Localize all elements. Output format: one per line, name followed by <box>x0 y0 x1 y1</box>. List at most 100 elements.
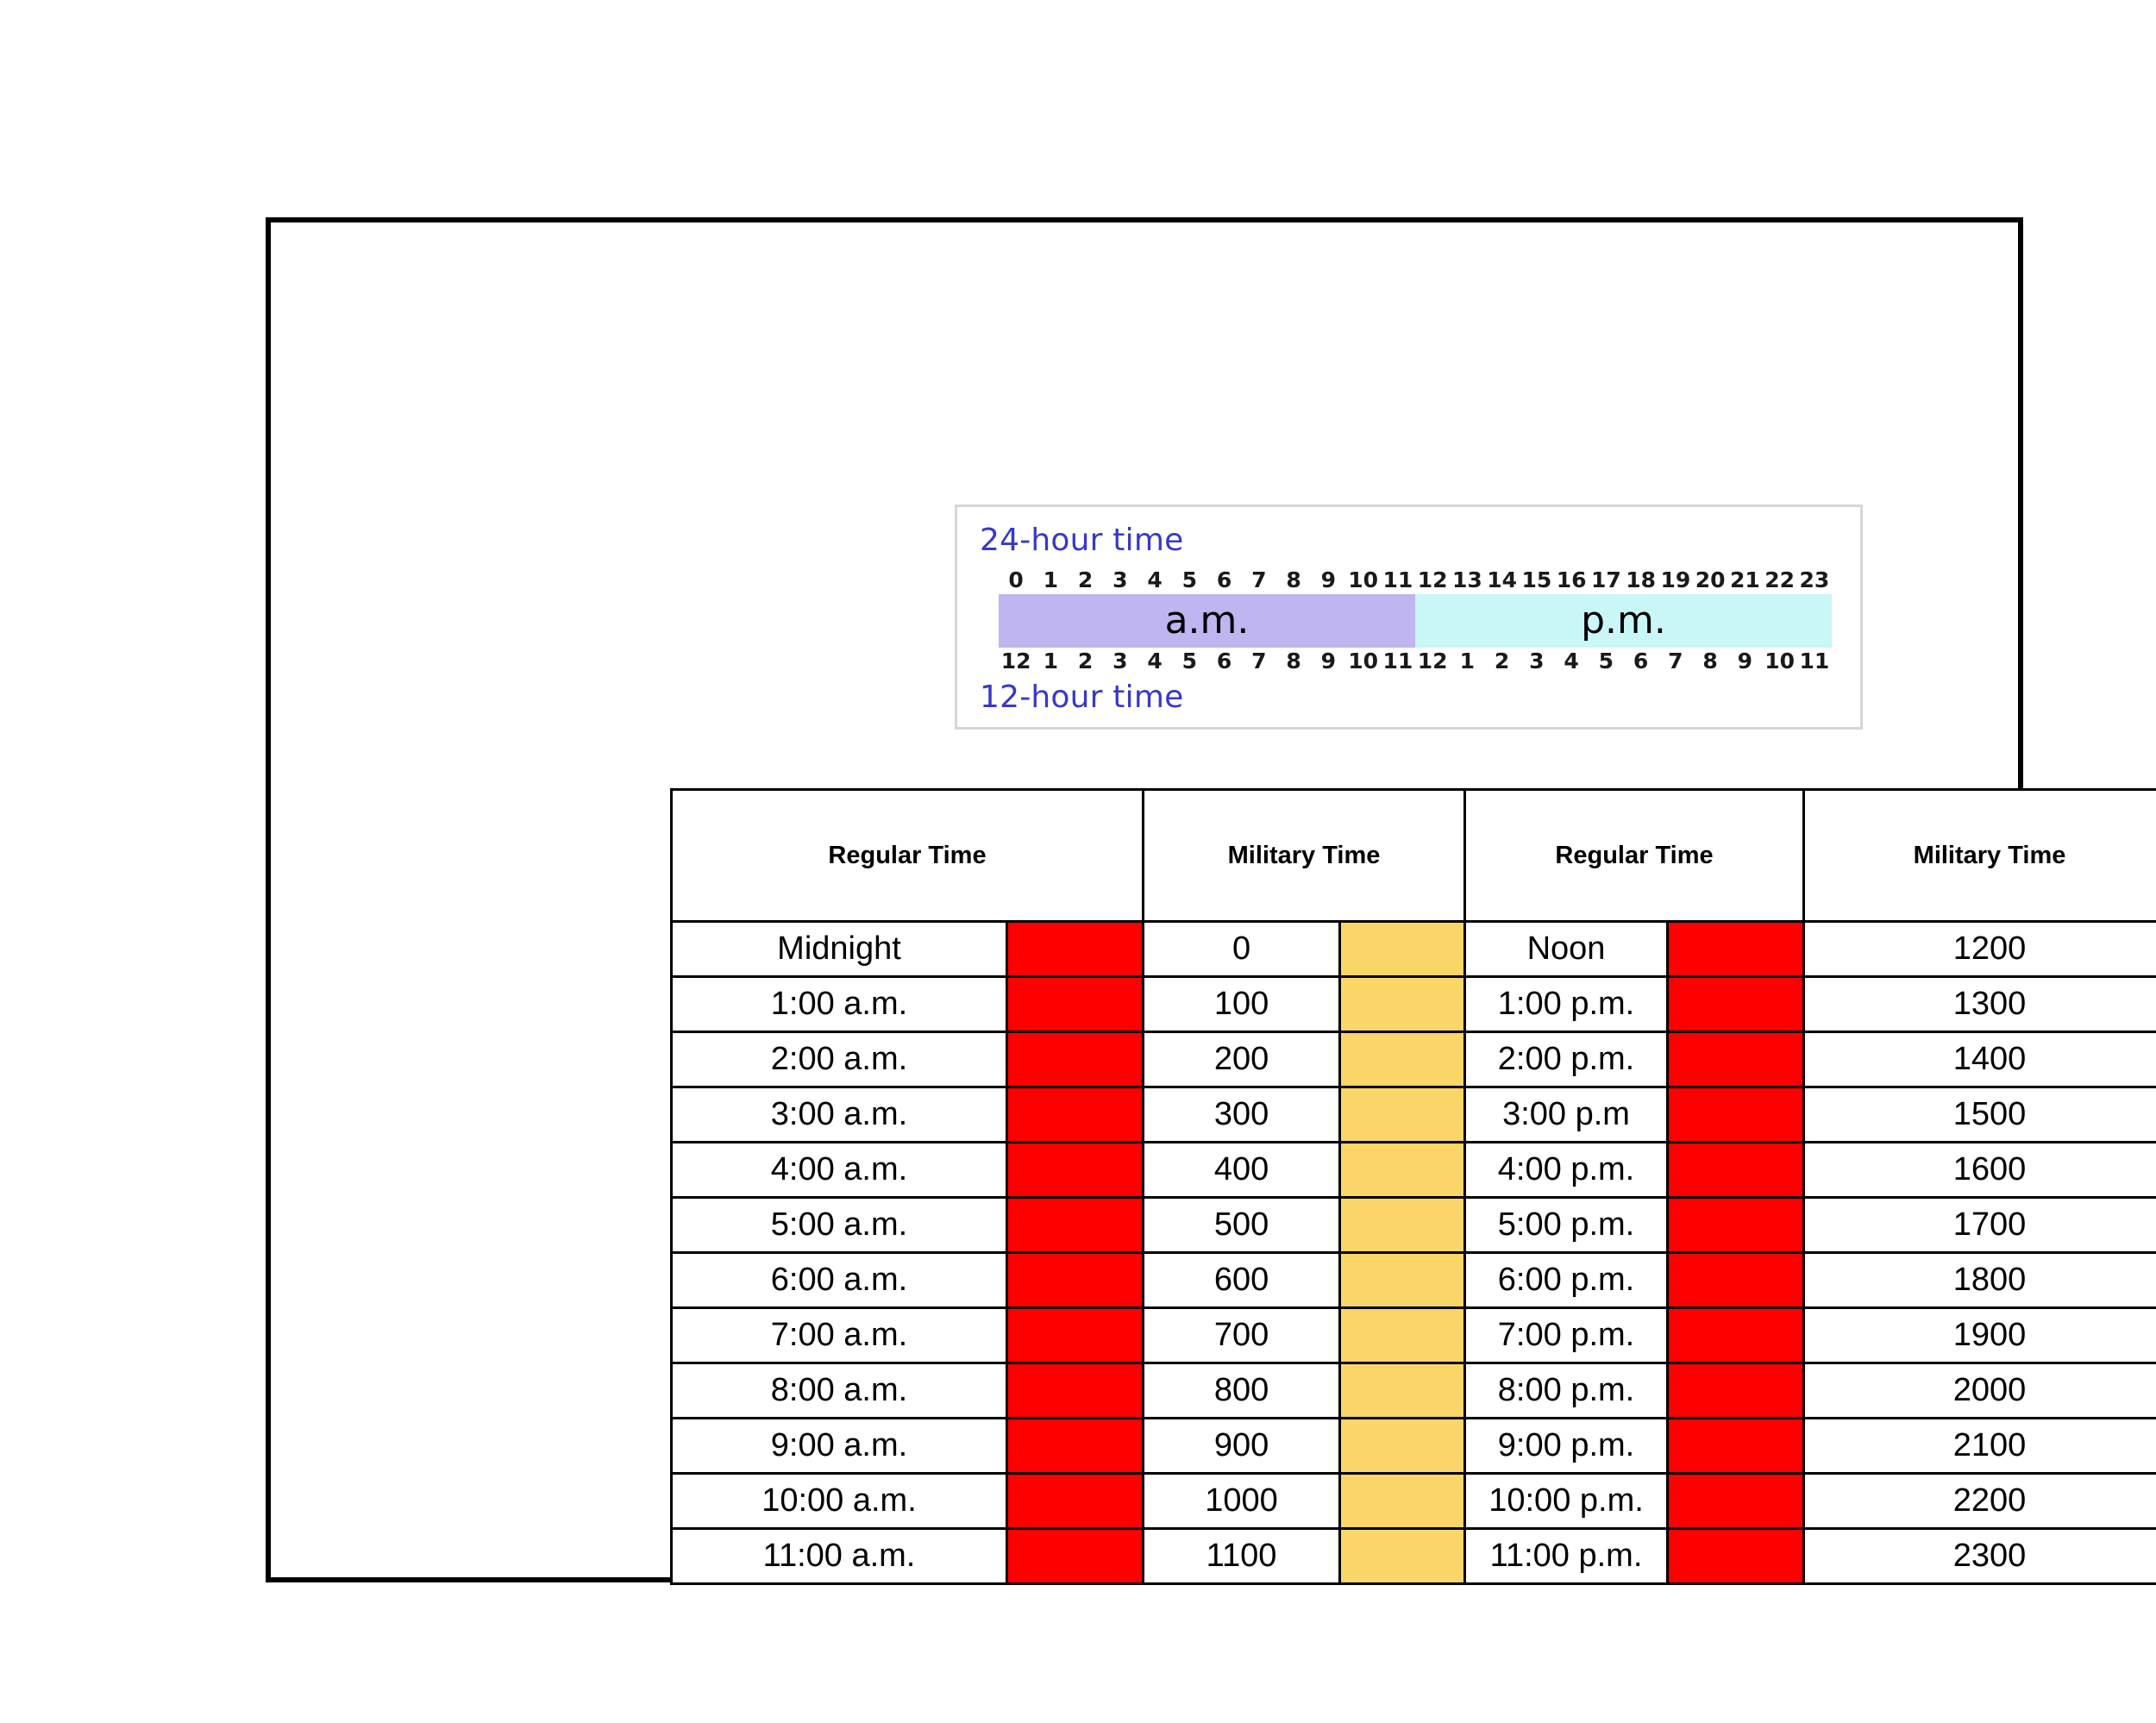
cell-military-time-pm: 1400 <box>1802 1031 2156 1088</box>
tick-12-8: 8 <box>1286 648 1301 674</box>
cell-red-accent-pm <box>1666 1527 1806 1585</box>
cell-military-time-pm: 2000 <box>1802 1362 2156 1419</box>
cell-red-accent-am <box>1005 1527 1145 1585</box>
tick-12-23: 11 <box>1799 648 1830 674</box>
cell-regular-time-am: 8:00 a.m. <box>670 1362 1008 1419</box>
cell-regular-time-am: Midnight <box>670 920 1008 978</box>
cell-military-time-pm: 2100 <box>1802 1417 2156 1475</box>
tick-24-5: 5 <box>1181 567 1198 592</box>
tick-12-11: 11 <box>1382 648 1413 674</box>
cell-military-time-pm: 1700 <box>1802 1196 2156 1254</box>
cell-military-time-am: 1100 <box>1142 1527 1342 1585</box>
tick-24-1: 1 <box>1043 567 1059 592</box>
pm-band: p.m. <box>1415 594 1832 648</box>
cell-gold-accent <box>1338 1196 1467 1254</box>
cell-military-time-am: 400 <box>1142 1141 1342 1199</box>
cell-military-time-pm: 1200 <box>1802 920 2156 978</box>
tick-12-5: 5 <box>1181 648 1198 674</box>
cell-gold-accent <box>1338 1527 1467 1585</box>
tick-12-4: 4 <box>1147 648 1163 674</box>
tick-24-11: 11 <box>1382 567 1413 592</box>
cell-red-accent-am <box>1005 1362 1145 1419</box>
tick-24-18: 18 <box>1626 567 1657 592</box>
cell-regular-time-pm: 5:00 p.m. <box>1463 1196 1670 1254</box>
header-row: Regular Time Military Time Regular Time … <box>669 788 2156 923</box>
cell-gold-accent <box>1338 1086 1467 1143</box>
table-row: 4:00 a.m. 400 4:00 p.m. 1600 <box>670 1141 2156 1199</box>
header-military-time-am: Military Time <box>1142 788 1467 923</box>
cell-regular-time-am: 6:00 a.m. <box>670 1251 1008 1309</box>
cell-red-accent-pm <box>1666 975 1806 1033</box>
cell-red-accent-am <box>1005 1472 1145 1530</box>
tick-24-6: 6 <box>1216 567 1232 592</box>
cell-gold-accent <box>1338 1362 1467 1419</box>
cell-regular-time-am: 2:00 a.m. <box>670 1031 1008 1088</box>
tick-12-16: 4 <box>1564 648 1579 674</box>
pm-band-label: p.m. <box>1581 598 1666 643</box>
cell-regular-time-am: 9:00 a.m. <box>670 1417 1008 1475</box>
table-row: 9:00 a.m. 900 9:00 p.m. 2100 <box>670 1417 2156 1475</box>
tick-24-15: 15 <box>1521 567 1552 592</box>
tick-24-16: 16 <box>1556 567 1587 592</box>
table-row: 10:00 a.m. 1000 10:00 p.m. 2200 <box>670 1472 2156 1530</box>
tick-24-10: 10 <box>1348 567 1379 592</box>
tick-row-24-hour: 0 1 2 3 4 5 6 7 8 9 10 11 12 13 14 15 16 17 18 19 20 21 22 23 <box>999 567 1832 592</box>
tick-24-8: 8 <box>1286 567 1301 592</box>
cell-military-time-am: 0 <box>1142 920 1342 978</box>
cell-red-accent-pm <box>1666 1417 1806 1475</box>
cell-red-accent-am <box>1005 1196 1145 1254</box>
tick-24-17: 17 <box>1590 567 1621 592</box>
tick-24-4: 4 <box>1147 567 1163 592</box>
cell-military-time-pm: 1300 <box>1802 975 2156 1033</box>
diagram-label-24-hour: 24-hour time <box>980 523 1184 558</box>
cell-regular-time-pm: 10:00 p.m. <box>1463 1472 1670 1530</box>
tick-12-14: 2 <box>1494 648 1510 674</box>
cell-regular-time-am: 1:00 a.m. <box>670 975 1008 1033</box>
cell-military-time-am: 600 <box>1142 1251 1342 1309</box>
header-regular-time-am: Regular Time <box>669 788 1145 923</box>
cell-red-accent-pm <box>1666 1472 1806 1530</box>
tick-24-13: 13 <box>1451 567 1482 592</box>
header-military-time-pm: Military Time <box>1802 788 2156 923</box>
cell-red-accent-am <box>1005 1306 1145 1364</box>
tick-12-7: 7 <box>1251 648 1267 674</box>
table-row: 7:00 a.m. 700 7:00 p.m. 1900 <box>670 1306 2156 1364</box>
cell-red-accent-pm <box>1666 1031 1806 1088</box>
cell-military-time-pm: 1900 <box>1802 1306 2156 1364</box>
tick-12-22: 10 <box>1764 648 1796 674</box>
cell-regular-time-am: 11:00 a.m. <box>670 1527 1008 1585</box>
page-frame: 24-hour time 0 1 2 3 4 5 6 7 8 9 10 11 12 13 14 15 16 17 1… <box>266 217 2156 1585</box>
table-row: Midnight 0 Noon 1200 <box>670 920 2156 978</box>
tick-row-12-hour: 12 1 2 3 4 5 6 7 8 9 10 11 12 1 2 3 4 5 6 7 8 9 10 11 <box>999 648 1832 674</box>
cell-gold-accent <box>1338 1417 1467 1475</box>
cell-red-accent-am <box>1005 1251 1145 1309</box>
cell-red-accent-am <box>1005 1141 1145 1199</box>
table-row: 5:00 a.m. 500 5:00 p.m. 1700 <box>670 1196 2156 1254</box>
cell-red-accent-pm <box>1666 1086 1806 1143</box>
am-band-label: a.m. <box>1164 598 1250 643</box>
military-time-conversion-table: Regular Time Military Time Regular Time … <box>669 788 2156 1585</box>
table-row: 8:00 a.m. 800 8:00 p.m. 2000 <box>670 1362 2156 1419</box>
cell-regular-time-am: 5:00 a.m. <box>670 1196 1008 1254</box>
am-band: a.m. <box>999 594 1415 648</box>
cell-regular-time-pm: 3:00 p.m <box>1463 1086 1670 1143</box>
time-scale-diagram: 24-hour time 0 1 2 3 4 5 6 7 8 9 10 11 12 13 14 15 16 17 1… <box>955 504 1863 730</box>
cell-military-time-am: 700 <box>1142 1306 1342 1364</box>
tick-12-0: 12 <box>1000 648 1031 674</box>
cell-red-accent-am <box>1005 1086 1145 1143</box>
tick-24-14: 14 <box>1487 567 1518 592</box>
tick-12-13: 1 <box>1459 648 1476 674</box>
cell-regular-time-pm: 2:00 p.m. <box>1463 1031 1670 1088</box>
tick-12-18: 6 <box>1633 648 1649 674</box>
cell-regular-time-am: 7:00 a.m. <box>670 1306 1008 1364</box>
cell-gold-accent <box>1338 1306 1467 1364</box>
tick-12-10: 10 <box>1348 648 1379 674</box>
am-pm-band: a.m. p.m. <box>999 594 1832 648</box>
cell-red-accent-pm <box>1666 920 1806 978</box>
cell-military-time-pm: 2300 <box>1802 1527 2156 1585</box>
cell-gold-accent <box>1338 1472 1467 1530</box>
table-body: Midnight 0 Noon 1200 1:00 a.m. 100 1:00 p.m. 13… <box>670 920 2156 1585</box>
tick-12-21: 9 <box>1737 648 1753 674</box>
cell-military-time-am: 200 <box>1142 1031 1342 1088</box>
tick-24-21: 21 <box>1729 567 1760 592</box>
